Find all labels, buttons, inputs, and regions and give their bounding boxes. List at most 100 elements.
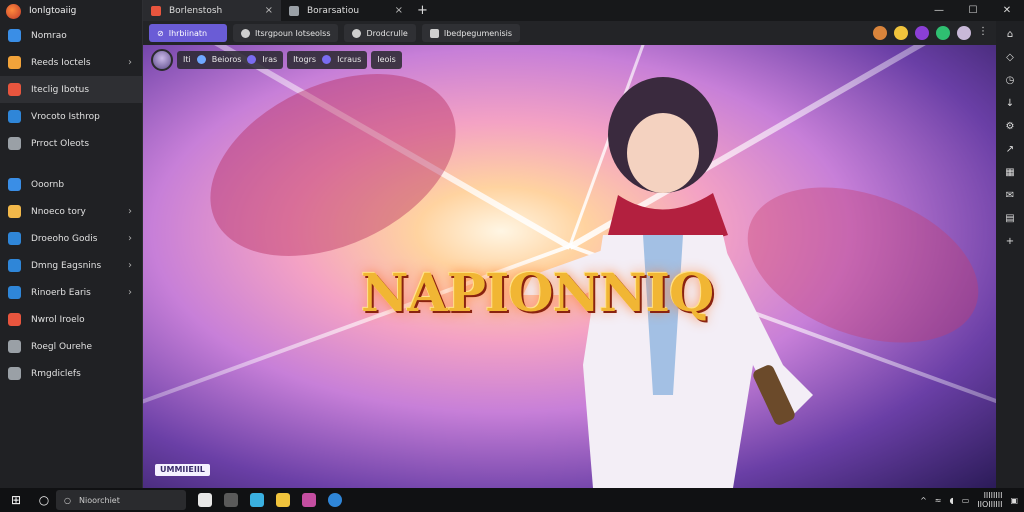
extensions-icon[interactable]: ◇ xyxy=(1004,52,1016,64)
sidebar-item-10[interactable]: Rinoerb Earis › xyxy=(0,279,142,306)
bookmark-icon xyxy=(247,55,257,64)
sidebar-item-icon xyxy=(8,286,21,299)
sidebar-item-8[interactable]: Droeoho Godis › xyxy=(0,225,142,252)
tab-label: Borlenstosh xyxy=(169,5,223,16)
toolbar-button-2[interactable]: Itsrgpoun Iotseolss xyxy=(233,24,339,42)
app-icon[interactable] xyxy=(224,493,238,507)
chevron-right-icon[interactable]: › xyxy=(128,260,132,271)
toolbar-button-1[interactable]: ⊘ Ihrbiinatn xyxy=(149,24,227,42)
mail-icon[interactable]: ✉ xyxy=(1004,190,1016,202)
sidebar-item-3[interactable]: Iteclig Ibotus xyxy=(0,76,142,103)
tab-1[interactable]: Borlenstosh × xyxy=(143,0,281,21)
settings-icon[interactable]: ⚙ xyxy=(1004,121,1016,133)
app-icon[interactable] xyxy=(302,493,316,507)
share-icon[interactable]: ↗ xyxy=(1004,144,1016,156)
tab-close-icon[interactable]: × xyxy=(395,5,403,16)
extension-icon[interactable] xyxy=(894,26,908,40)
bookmark-group-2[interactable]: Itogrs Icraus xyxy=(287,50,368,69)
chevron-right-icon[interactable]: › xyxy=(128,206,132,217)
right-side-rail: ⌂ ◇ ◷ ↓ ⚙ ↗ ▦ ✉ ▤ + xyxy=(996,21,1024,488)
close-window-button[interactable]: ✕ xyxy=(990,0,1024,21)
sidebar-item-label: Nomrao xyxy=(31,30,67,41)
bookmark-group-3[interactable]: Ieois xyxy=(371,50,402,69)
sidebar-item-11[interactable]: Nwrol Iroelo xyxy=(0,306,142,333)
sidebar-item-1[interactable]: Nomrao xyxy=(0,22,142,49)
sidebar-item-icon xyxy=(8,367,21,380)
history-icon[interactable]: ◷ xyxy=(1004,75,1016,87)
hero-title: NAPIONNIQ xyxy=(361,263,714,324)
clock[interactable]: IIIIIIII IIOIIIIII xyxy=(977,491,1002,509)
bookmark-icon xyxy=(196,55,206,64)
sidebar-item-label: Reeds Ioctels xyxy=(31,57,91,68)
sidebar-item-12[interactable]: Roegl Ourehe xyxy=(0,333,142,360)
sidebar-item-9[interactable]: Dmng Eagsnins › xyxy=(0,252,142,279)
sidebar-item-icon xyxy=(8,340,21,353)
toolbar-button-3[interactable]: Drodcrulle xyxy=(344,24,416,42)
minimize-button[interactable]: — xyxy=(922,0,956,21)
sidebar-item-icon xyxy=(8,313,21,326)
maximize-button[interactable]: ☐ xyxy=(956,0,990,21)
sidebar-item-5[interactable]: Prroct Oleots xyxy=(0,130,142,157)
chevron-right-icon[interactable]: › xyxy=(128,57,132,68)
sidebar-item-4[interactable]: Vrocoto Isthrop xyxy=(0,103,142,130)
browser-toolbar: ⊘ Ihrbiinatn Itsrgpoun Iotseolss Drodcru… xyxy=(143,21,996,45)
taskbar-apps xyxy=(198,493,342,507)
bookmark-label: Itogrs xyxy=(293,55,317,64)
sidebar-item-13[interactable]: Rmgdiclefs xyxy=(0,360,142,387)
chevron-right-icon[interactable]: › xyxy=(128,233,132,244)
document-icon xyxy=(429,28,439,38)
extension-icon[interactable] xyxy=(915,26,929,40)
sidebar-item-icon xyxy=(8,29,21,42)
chevron-right-icon[interactable]: › xyxy=(128,287,132,298)
tab-favicon-icon xyxy=(289,5,299,16)
sidebar-item-7[interactable]: Nnoeco tory › xyxy=(0,198,142,225)
extension-icon[interactable] xyxy=(936,26,950,40)
tab-favicon-icon xyxy=(151,5,161,16)
bookmark-group-1[interactable]: Iti Beioros Iras xyxy=(177,50,284,69)
bookmark-icon xyxy=(322,55,332,64)
sidebar-list: Nomrao Reeds Ioctels › Iteclig Ibotus Vrocot… xyxy=(0,22,142,387)
browser-app-icon[interactable] xyxy=(328,493,342,507)
extension-icon[interactable] xyxy=(873,26,887,40)
tab-close-icon[interactable]: × xyxy=(265,5,273,16)
bookmark-icon[interactable]: ⌂ xyxy=(1004,29,1016,41)
sidebar-item-label: Ooornb xyxy=(31,179,65,190)
system-tray: ^ ≈ ◖ ▭ IIIIIIII IIOIIIIII ▣ xyxy=(920,491,1024,509)
avatar[interactable] xyxy=(151,48,173,71)
bookmark-label: Icraus xyxy=(337,55,362,64)
toolbar-button-label: Ihrbiinatn xyxy=(168,28,208,38)
sidebar-item-icon xyxy=(8,232,21,245)
app-icon[interactable] xyxy=(198,493,212,507)
bookmark-label: Ieois xyxy=(377,55,396,64)
search-icon: ○ xyxy=(64,495,71,505)
chevron-up-icon[interactable]: ^ xyxy=(920,496,927,505)
battery-icon[interactable]: ▭ xyxy=(962,496,970,505)
app-icon[interactable] xyxy=(250,493,264,507)
wifi-icon[interactable]: ≈ xyxy=(935,496,942,505)
notifications-icon[interactable]: ▣ xyxy=(1010,496,1018,505)
clock-time: IIIIIIII xyxy=(983,491,1003,500)
sidebar-item-icon xyxy=(8,56,21,69)
sidebar-item-6[interactable]: Ooornb xyxy=(0,171,142,198)
tab-2[interactable]: Borarsatiou × xyxy=(281,0,411,21)
toolbar-extensions: ⋮ xyxy=(873,26,996,40)
sidebar-item-label: Droeoho Godis xyxy=(31,233,98,244)
notes-icon[interactable]: ▤ xyxy=(1004,213,1016,225)
app-icon[interactable] xyxy=(276,493,290,507)
start-button[interactable]: ⊞ xyxy=(0,493,32,507)
sidebar-item-icon xyxy=(8,137,21,150)
more-menu-icon[interactable]: ⋮ xyxy=(978,26,988,40)
toolbar-button-4[interactable]: Ibedpegumenisis xyxy=(421,24,521,42)
grid-icon[interactable]: ▦ xyxy=(1004,167,1016,179)
download-icon[interactable]: ↓ xyxy=(1004,98,1016,110)
sidebar-item-label: Nwrol Iroelo xyxy=(31,314,85,325)
profile-avatar[interactable] xyxy=(957,26,971,40)
search-placeholder: Nioorchiet xyxy=(78,495,120,505)
new-tab-button[interactable]: + xyxy=(411,3,434,18)
sidebar-item-label: Vrocoto Isthrop xyxy=(31,111,100,122)
taskbar-search[interactable]: ○ Nioorchiet xyxy=(56,490,186,510)
volume-icon[interactable]: ◖ xyxy=(949,496,953,505)
sidebar-item-2[interactable]: Reeds Ioctels › xyxy=(0,49,142,76)
add-icon[interactable]: + xyxy=(1004,236,1016,248)
task-view-icon[interactable]: ○ xyxy=(32,493,56,507)
